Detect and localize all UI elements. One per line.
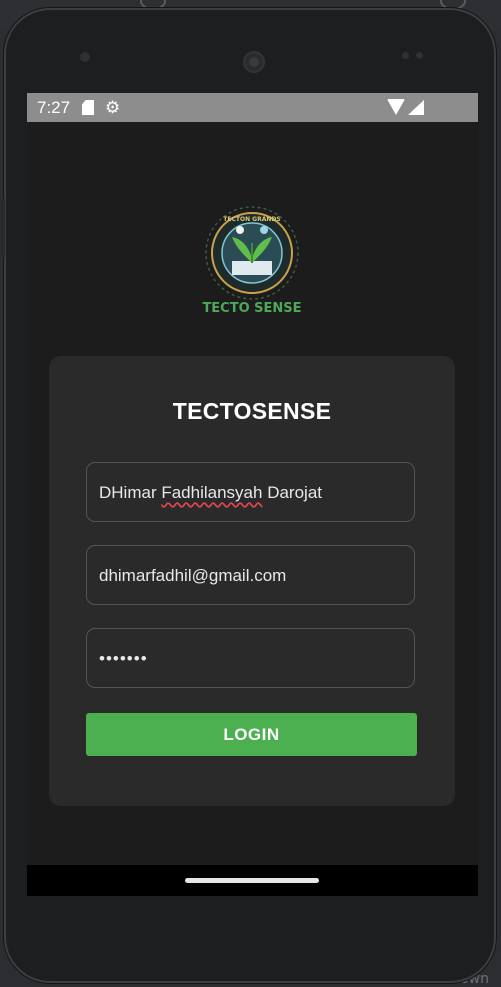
- login-button[interactable]: LOGIN: [86, 713, 417, 756]
- sd-card-icon: [82, 100, 94, 115]
- front-camera-icon: [80, 52, 90, 62]
- navigation-bar: [27, 865, 478, 896]
- status-time: 7:27: [37, 98, 71, 117]
- volume-button[interactable]: [1, 198, 5, 258]
- sensor-icon: [402, 52, 409, 59]
- name-first: DHimar: [99, 483, 157, 502]
- earpiece-speaker: [243, 51, 265, 73]
- password-input[interactable]: •••••••: [86, 628, 415, 688]
- name-input[interactable]: DHimar Fadhilansyah Darojat: [86, 462, 415, 522]
- home-gesture-handle[interactable]: [185, 878, 319, 883]
- device-screen: 7:27 ⚙ TECTON GRANDS TECTO SENSE TECTOSE…: [27, 93, 478, 896]
- emulator-device-frame: 7:27 ⚙ TECTON GRANDS TECTO SENSE TECTOSE…: [1, 8, 496, 983]
- signal-icon: [408, 100, 424, 115]
- login-title: TECTOSENSE: [172, 398, 332, 424]
- logo-top-text: TECTON GRANDS: [223, 216, 280, 223]
- wifi-icon: [387, 99, 405, 115]
- gear-icon: ⚙: [105, 98, 121, 117]
- email-input[interactable]: dhimarfadhil@gmail.com: [86, 545, 415, 605]
- name-middle-misspelled: Fadhilansyah: [161, 483, 263, 502]
- status-bar: 7:27 ⚙: [27, 93, 478, 122]
- sensor-icon: [416, 52, 423, 59]
- name-last: Darojat: [267, 483, 323, 502]
- login-card: TECTOSENSE DHimar Fadhilansyah Darojat d…: [49, 356, 455, 806]
- logo-wordmark: TECTO SENSE: [202, 301, 301, 316]
- app-logo: TECTON GRANDS TECTO SENSE: [202, 206, 302, 316]
